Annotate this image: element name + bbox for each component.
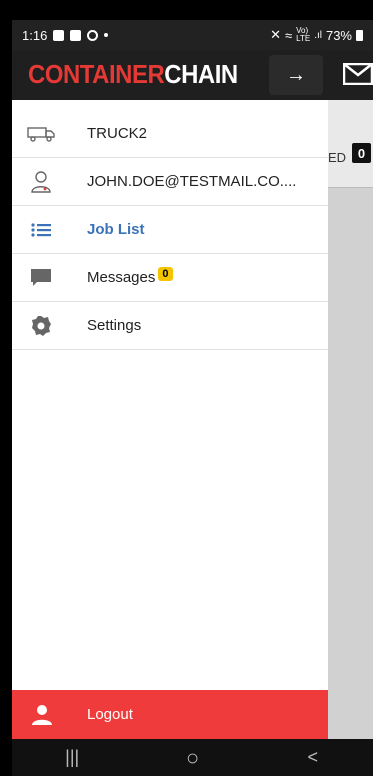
- user-icon: [26, 170, 56, 194]
- chat-icon: [26, 266, 56, 290]
- arrow-right-icon: →: [286, 63, 306, 86]
- back-button[interactable]: <: [283, 743, 343, 773]
- logout-button[interactable]: Logout: [12, 690, 328, 739]
- drawer-item-label: Job List: [87, 221, 145, 238]
- recent-apps-button[interactable]: |||: [42, 743, 102, 773]
- logo: CONTAINERCHAIN: [28, 59, 238, 90]
- truck-icon: [26, 122, 56, 146]
- battery-percent: 73%: [325, 27, 352, 43]
- drawer-item-messages[interactable]: Messages 0: [12, 254, 328, 302]
- messages-badge: 0: [158, 267, 173, 281]
- network-bottom-label: LTE: [296, 34, 311, 43]
- logout-label: Logout: [87, 706, 133, 723]
- drawer-item-label: JOHN.DOE@TESTMAIL.CO....: [87, 173, 297, 190]
- signal-icon: .ıl: [314, 29, 322, 41]
- drawer-item-account[interactable]: JOHN.DOE@TESTMAIL.CO....: [12, 158, 328, 206]
- status-bar: 1:16 ✕ ≈ Vo) LTE .ıl 73%: [12, 20, 373, 50]
- drawer-item-label: TRUCK2: [87, 125, 148, 142]
- gallery-icon: [53, 29, 65, 41]
- close-drawer-button[interactable]: →: [269, 55, 323, 95]
- mute-icon: ✕: [270, 27, 281, 42]
- system-nav-bar: ||| ○ <: [12, 739, 373, 776]
- gear-icon: [26, 314, 56, 338]
- drawer-item-job-list[interactable]: Job List: [12, 206, 328, 254]
- drawer-item-label: Messages 0: [87, 267, 173, 286]
- battery-icon: [356, 29, 363, 41]
- drawer-item-truck[interactable]: TRUCK2: [12, 110, 328, 158]
- messages-label: Messages: [87, 269, 156, 286]
- drawer-item-settings[interactable]: Settings: [12, 302, 328, 350]
- background-tab-badge: 0: [352, 143, 371, 163]
- logo-part-container: CONTAINER: [28, 59, 165, 89]
- background-tab-label[interactable]: ED: [328, 150, 346, 165]
- wifi-icon: ≈: [284, 27, 293, 43]
- mail-icon[interactable]: [343, 63, 373, 85]
- notification-dot-icon: [104, 33, 109, 37]
- home-button[interactable]: ○: [162, 743, 222, 773]
- person-icon: [30, 703, 54, 727]
- list-icon: [26, 218, 56, 242]
- drawer-item-label: Settings: [87, 317, 142, 334]
- home-icon: ○: [185, 744, 200, 770]
- navigation-drawer: TRUCK2 JOHN.DOE@TESTMAIL.CO.... Job List: [12, 100, 328, 739]
- network-indicator: Vo) LTE: [296, 27, 310, 43]
- status-time: 1:16: [22, 27, 48, 43]
- check-box-icon: [70, 29, 82, 41]
- logo-part-chain: CHAIN: [164, 59, 238, 89]
- recent-apps-icon: |||: [65, 747, 80, 767]
- back-icon: <: [307, 747, 319, 767]
- sync-icon: [87, 29, 99, 41]
